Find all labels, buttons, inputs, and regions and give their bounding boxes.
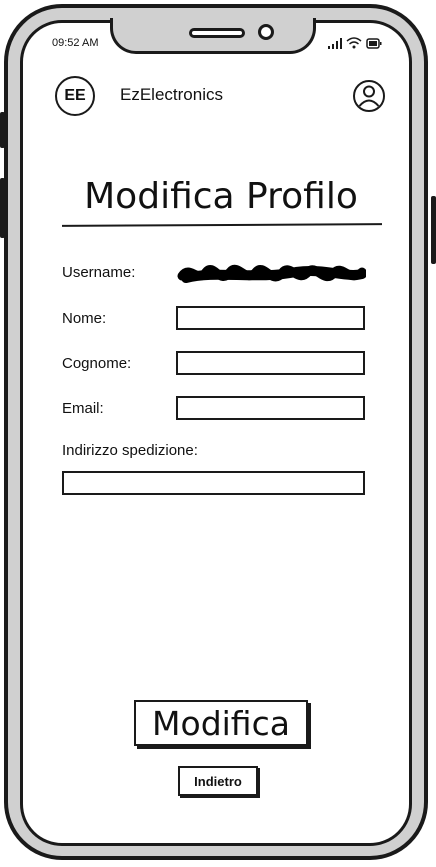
indietro-button[interactable]: Indietro [178,766,258,796]
page-title: Modifica Profilo [84,176,358,217]
phone-side-button [0,112,5,148]
username-label: Username: [62,264,136,281]
indirizzo-label: Indirizzo spedizione: [62,442,198,459]
phone-side-button [0,178,5,238]
phone-side-button [431,196,436,264]
email-input[interactable] [176,396,365,420]
wifi-icon [346,37,362,49]
cognome-label: Cognome: [62,355,132,372]
cognome-input[interactable] [176,351,365,375]
user-circle-icon[interactable] [352,79,386,113]
indirizzo-input[interactable] [62,471,365,495]
app-name: EzElectronics [120,85,223,104]
status-time: 09:52 AM [52,37,99,49]
nome-input[interactable] [176,306,365,330]
speaker-icon [189,28,245,38]
username-redacted-value [177,264,366,283]
email-label: Email: [62,400,104,417]
nome-label: Nome: [62,310,107,327]
modifica-button[interactable]: Modifica [134,700,308,746]
camera-icon [258,24,274,40]
app-logo[interactable]: EE [55,76,95,116]
signal-icon [328,38,342,49]
battery-icon [366,38,382,49]
